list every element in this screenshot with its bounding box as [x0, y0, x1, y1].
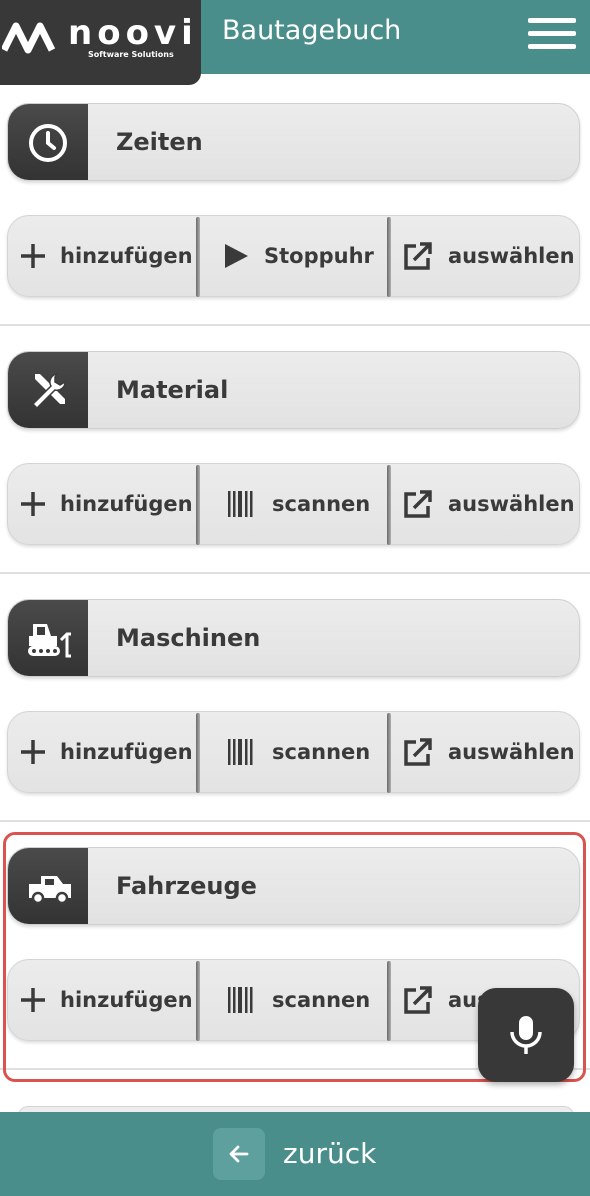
back-button-label: zurück — [283, 1137, 377, 1170]
section-header-material[interactable]: Material — [7, 351, 580, 429]
tools-icon — [31, 373, 66, 410]
footer-bar: zurück — [0, 1112, 590, 1196]
microphone-icon — [510, 1016, 542, 1054]
voice-input-button[interactable] — [478, 988, 574, 1082]
section-material: Material hinzufügen scannen auswählen — [0, 248, 590, 574]
arrow-left-icon — [229, 1145, 249, 1163]
back-button[interactable]: zurück — [213, 1128, 379, 1180]
section-title: Material — [116, 376, 229, 404]
clock-icon — [29, 124, 67, 162]
section-zeiten: Zeiten hinzufügen Stoppuhr auswählen — [0, 0, 590, 326]
section-maschinen: Maschinen hinzufügen scannen auswählen — [0, 496, 590, 822]
app-screen: Bautagebuch noovi Software Solutions Zei… — [0, 0, 590, 1196]
bulldozer-icon — [28, 624, 71, 658]
section-header-maschinen[interactable]: Maschinen — [7, 599, 580, 677]
back-arrow-box — [213, 1128, 265, 1180]
section-title: Maschinen — [116, 624, 261, 652]
section-icon-box — [8, 104, 88, 180]
section-icon-box — [8, 600, 88, 676]
section-header-zeiten[interactable]: Zeiten — [7, 103, 580, 181]
section-title: Zeiten — [116, 128, 203, 156]
section-icon-box — [8, 352, 88, 428]
